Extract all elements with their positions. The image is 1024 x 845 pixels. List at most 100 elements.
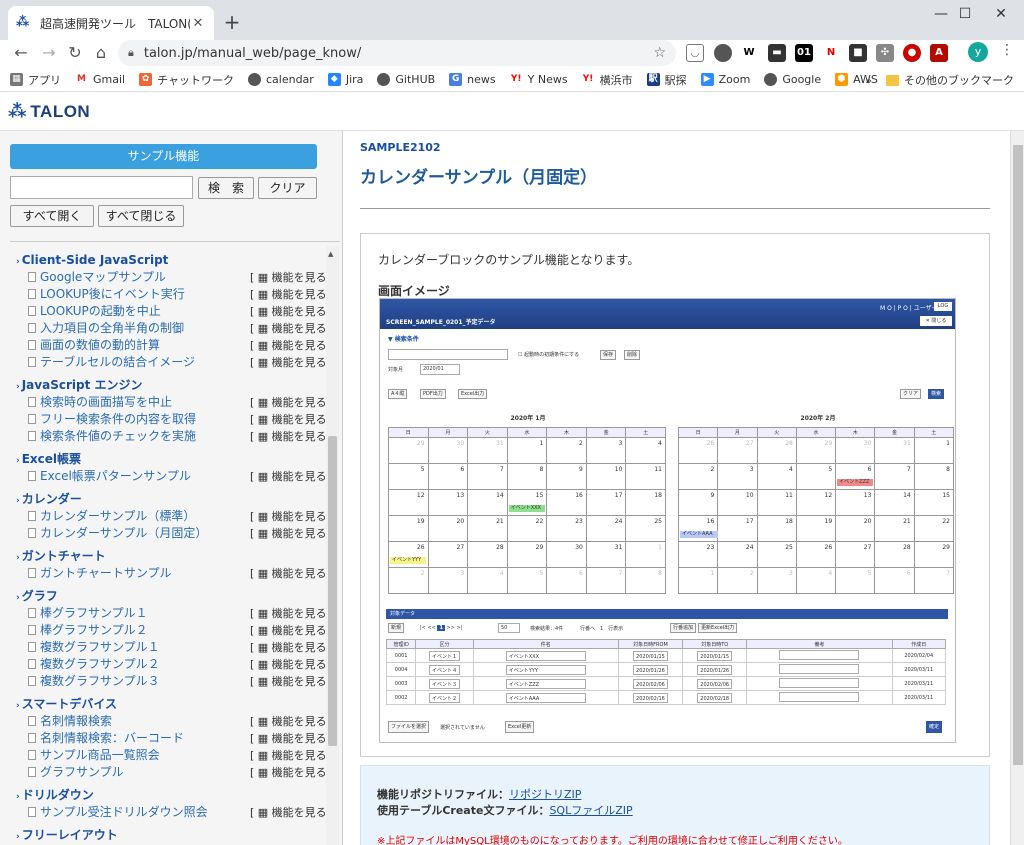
sidebar-item[interactable]: 名刺情報検索 [ ▦ 機能を見る ] bbox=[16, 713, 334, 730]
sidebar-item[interactable]: 棒グラフサンプル２ [ ▦ 機能を見る ] bbox=[16, 622, 334, 639]
sidebar-category[interactable]: › スマートデバイス bbox=[16, 696, 326, 713]
new-tab-icon[interactable]: + bbox=[222, 10, 242, 34]
sidebar-item[interactable]: ガントチャートサンプル [ ▦ 機能を見る ] bbox=[16, 565, 334, 582]
sidebar-category[interactable]: › ガントチャート bbox=[16, 548, 326, 565]
bookmark-apps[interactable]: ▦ アプリ bbox=[10, 72, 61, 88]
record-extension-icon[interactable]: ● bbox=[903, 44, 921, 62]
view-function-link[interactable]: [ ▦ 機能を見る ] bbox=[250, 605, 334, 622]
n-extension-icon[interactable]: N bbox=[822, 44, 840, 62]
view-function-link[interactable]: [ ▦ 機能を見る ] bbox=[250, 656, 334, 673]
more-bookmarks-icon[interactable]: » bbox=[865, 74, 872, 87]
cluster-extension-icon[interactable]: ✣ bbox=[876, 44, 894, 62]
sidebar-item-label[interactable]: ガントチャートサンプル bbox=[40, 566, 172, 580]
sidebar-search-input[interactable] bbox=[10, 176, 193, 199]
sidebar-item-label[interactable]: サンプル商品一覧照会 bbox=[40, 748, 160, 762]
extension-circle-icon[interactable] bbox=[714, 44, 732, 62]
sidebar-item[interactable]: 画面の数値の動的計算 [ ▦ 機能を見る ] bbox=[16, 337, 334, 354]
bookmark-calendar[interactable]: calendar bbox=[247, 73, 314, 86]
scrollbar-thumb[interactable] bbox=[328, 436, 337, 746]
sidebar-item[interactable]: LOOKUP後にイベント実行 [ ▦ 機能を見る ] bbox=[16, 286, 334, 303]
view-function-link[interactable]: [ ▦ 機能を見る ] bbox=[250, 764, 334, 781]
sidebar-item[interactable]: サンプル商品一覧照会 [ ▦ 機能を見る ] bbox=[16, 747, 334, 764]
view-function-link[interactable]: [ ▦ 機能を見る ] bbox=[250, 713, 334, 730]
sidebar-item-label[interactable]: LOOKUPの起動を中止 bbox=[40, 304, 161, 318]
sidebar-item[interactable]: 複数グラフサンプル１ [ ▦ 機能を見る ] bbox=[16, 639, 334, 656]
sidebar-item-label[interactable]: サンプル受注ドリルダウン照会 bbox=[40, 805, 208, 819]
bookmark-github[interactable]: GitHUB bbox=[377, 73, 435, 86]
sidebar-item-label[interactable]: 名刺情報検索 bbox=[40, 714, 112, 728]
sidebar-item[interactable]: Googleマップサンプル [ ▦ 機能を見る ] bbox=[16, 269, 334, 286]
sidebar-item-label[interactable]: LOOKUP後にイベント実行 bbox=[40, 287, 185, 301]
sidebar-item-label[interactable]: 複数グラフサンプル２ bbox=[40, 657, 160, 671]
bookmark-ynews[interactable]: Y! Y News bbox=[509, 73, 568, 86]
sidebar-item-label[interactable]: フリー検索条件の内容を取得 bbox=[40, 412, 196, 426]
sidebar-item-label[interactable]: 棒グラフサンプル１ bbox=[40, 606, 148, 620]
sidebar-item[interactable]: 名刺情報検索：バーコード [ ▦ 機能を見る ] bbox=[16, 730, 334, 747]
view-function-link[interactable]: [ ▦ 機能を見る ] bbox=[250, 468, 334, 485]
bookmark-gmail[interactable]: M Gmail bbox=[75, 73, 125, 86]
pdf-extension-icon[interactable]: A bbox=[930, 44, 948, 62]
app-logo[interactable]: TALON bbox=[30, 102, 90, 122]
bookmark-news[interactable]: Gnews bbox=[449, 73, 496, 86]
sidebar-item-label[interactable]: 入力項目の全角半角の制御 bbox=[40, 321, 184, 335]
bookmark-ekitan[interactable]: 駅駅探 bbox=[646, 72, 687, 88]
view-function-link[interactable]: [ ▦ 機能を見る ] bbox=[250, 394, 334, 411]
view-function-link[interactable]: [ ▦ 機能を見る ] bbox=[250, 320, 334, 337]
clear-button[interactable]: クリア bbox=[258, 177, 317, 199]
01-extension-icon[interactable]: 01 bbox=[795, 44, 813, 62]
sidebar-category[interactable]: › ドリルダウン bbox=[16, 787, 326, 804]
view-function-link[interactable]: [ ▦ 機能を見る ] bbox=[250, 804, 334, 821]
sidebar-item[interactable]: テーブルセルの結合イメージ [ ▦ 機能を見る ] bbox=[16, 354, 334, 371]
view-function-link[interactable]: [ ▦ 機能を見る ] bbox=[250, 337, 334, 354]
pocket-extension-icon[interactable]: ◡ bbox=[686, 44, 704, 62]
view-function-link[interactable]: [ ▦ 機能を見る ] bbox=[250, 269, 334, 286]
repo-zip-link[interactable]: リポジトリZIP bbox=[509, 788, 581, 801]
view-function-link[interactable]: [ ▦ 機能を見る ] bbox=[250, 673, 334, 690]
bookmark-google[interactable]: Google bbox=[764, 73, 821, 86]
window-close-icon[interactable]: ✕ bbox=[978, 0, 1024, 28]
view-function-link[interactable]: [ ▦ 機能を見る ] bbox=[250, 639, 334, 656]
view-function-link[interactable]: [ ▦ 機能を見る ] bbox=[250, 411, 334, 428]
page-scrollbar-thumb[interactable] bbox=[1013, 145, 1023, 765]
sidebar-item[interactable]: カレンダーサンプル（月固定） [ ▦ 機能を見る ] bbox=[16, 525, 334, 542]
back-icon[interactable]: ← bbox=[10, 42, 32, 64]
tab-close-icon[interactable]: ✕ bbox=[190, 16, 206, 31]
sidebar-item[interactable]: サンプル受注ドリルダウン照会 [ ▦ 機能を見る ] bbox=[16, 804, 334, 821]
sidebar-item-label[interactable]: Googleマップサンプル bbox=[40, 270, 166, 284]
sidebar-item-label[interactable]: 複数グラフサンプル１ bbox=[40, 640, 160, 654]
tab-active[interactable]: ⁂ 超高速開発ツール TALON(タロン) ✕ bbox=[8, 6, 214, 40]
sidebar-category[interactable]: › グラフ bbox=[16, 588, 326, 605]
mask-extension-icon[interactable]: ▬ bbox=[768, 44, 786, 62]
profile-avatar[interactable]: y bbox=[968, 42, 988, 62]
w-extension-icon[interactable]: W bbox=[740, 44, 758, 62]
sidebar-item[interactable]: 棒グラフサンプル１ [ ▦ 機能を見る ] bbox=[16, 605, 334, 622]
view-function-link[interactable]: [ ▦ 機能を見る ] bbox=[250, 747, 334, 764]
sidebar-category[interactable]: › JavaScript エンジン bbox=[16, 377, 326, 394]
bookmark-star-icon[interactable]: ☆ bbox=[653, 45, 666, 61]
bookmark-jira[interactable]: ◆ Jira bbox=[327, 73, 363, 86]
sidebar-item[interactable]: 複数グラフサンプル３ [ ▦ 機能を見る ] bbox=[16, 673, 334, 690]
bookmark-zoom[interactable]: ▶ Zoom bbox=[700, 73, 750, 86]
reload-icon[interactable]: ↻ bbox=[64, 42, 86, 64]
scroll-up-icon[interactable]: ▲ bbox=[328, 250, 333, 258]
page-scrollbar[interactable] bbox=[1010, 131, 1024, 845]
sidebar-item[interactable]: 複数グラフサンプル２ [ ▦ 機能を見る ] bbox=[16, 656, 334, 673]
sidebar-item[interactable]: 検索条件値のチェックを実施 [ ▦ 機能を見る ] bbox=[16, 428, 334, 445]
sidebar-item-label[interactable]: テーブルセルの結合イメージ bbox=[40, 355, 195, 369]
sidebar-category[interactable]: › Client-Side JavaScript bbox=[16, 252, 326, 269]
expand-all-button[interactable]: すべて開く bbox=[10, 205, 94, 227]
bookmark-chatwork[interactable]: ✿ チャットワーク bbox=[139, 72, 234, 88]
view-function-link[interactable]: [ ▦ 機能を見る ] bbox=[250, 303, 334, 320]
collapse-all-button[interactable]: すべて閉じる bbox=[98, 205, 184, 227]
view-function-link[interactable]: [ ▦ 機能を見る ] bbox=[250, 565, 334, 582]
view-function-link[interactable]: [ ▦ 機能を見る ] bbox=[250, 354, 334, 371]
sidebar-item-label[interactable]: Excel帳票パターンサンプル bbox=[40, 469, 191, 483]
sidebar-item-label[interactable]: 複数グラフサンプル３ bbox=[40, 674, 160, 688]
sidebar-item-label[interactable]: 検索時の画面描写を中止 bbox=[40, 395, 172, 409]
sidebar-item-label[interactable]: カレンダーサンプル（標準） bbox=[40, 509, 195, 523]
bookmarks-overflow[interactable]: » その他のブックマーク bbox=[865, 68, 1014, 92]
sidebar-item[interactable]: Excel帳票パターンサンプル [ ▦ 機能を見る ] bbox=[16, 468, 334, 485]
sidebar-scrollbar[interactable]: ▲ bbox=[326, 246, 339, 845]
view-function-link[interactable]: [ ▦ 機能を見る ] bbox=[250, 622, 334, 639]
sidebar-item[interactable]: グラフサンプル [ ▦ 機能を見る ] bbox=[16, 764, 334, 781]
